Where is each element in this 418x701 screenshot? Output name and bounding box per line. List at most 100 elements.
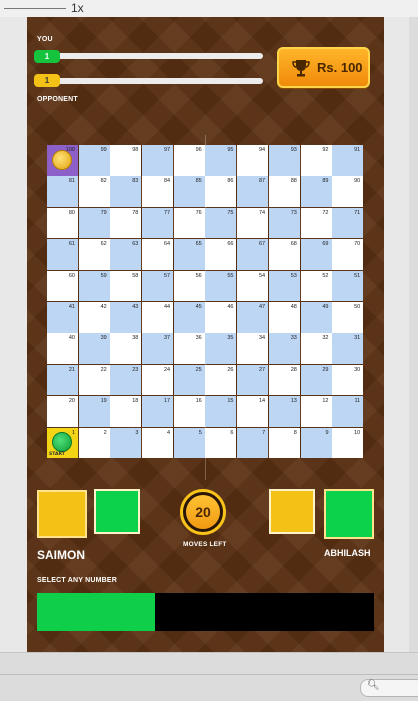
board-cell: 16 bbox=[173, 396, 205, 427]
cell-number: 20 bbox=[68, 398, 75, 405]
board-cell: 29 bbox=[300, 364, 332, 396]
cell-number: 82 bbox=[100, 178, 107, 185]
board-cell: 15 bbox=[205, 396, 237, 427]
board-cell: 85 bbox=[173, 176, 205, 207]
board-cell: 65 bbox=[173, 239, 205, 270]
abhilash-yellow-tile[interactable] bbox=[269, 489, 315, 534]
number-select-fill bbox=[37, 593, 155, 631]
cell-number: 14 bbox=[259, 398, 266, 405]
cell-number: 78 bbox=[132, 209, 139, 216]
you-progress-badge: 1 bbox=[34, 50, 60, 63]
cell-number: 13 bbox=[290, 398, 297, 405]
cell-number: 46 bbox=[227, 303, 234, 310]
cell-number: 91 bbox=[354, 147, 361, 153]
board-cell: 46 bbox=[205, 301, 237, 333]
cell-number: 50 bbox=[354, 303, 361, 310]
board-cell: 58 bbox=[110, 270, 142, 302]
cell-number: 83 bbox=[132, 178, 139, 185]
cell-number: 33 bbox=[290, 335, 297, 342]
board-cell: 55 bbox=[205, 270, 237, 302]
board-cell: 97 bbox=[142, 145, 174, 176]
cell-number: 99 bbox=[100, 147, 107, 153]
board-cell: 52 bbox=[300, 270, 332, 302]
opponent-progress-badge: 1 bbox=[34, 74, 60, 87]
board-cell: 69 bbox=[300, 239, 332, 270]
search-field[interactable]: 🔍︎ bbox=[360, 679, 418, 697]
cell-number: 55 bbox=[227, 272, 234, 279]
saimon-yellow-tile[interactable] bbox=[37, 490, 87, 538]
board-cell: 68 bbox=[268, 239, 300, 270]
board-cell: 6 bbox=[205, 427, 237, 459]
board-cell: 19 bbox=[78, 396, 110, 427]
cell-number: 85 bbox=[195, 178, 202, 185]
cell-number: 27 bbox=[259, 366, 266, 373]
you-progress-track bbox=[53, 53, 263, 59]
cell-number: 79 bbox=[100, 209, 107, 216]
cell-number: 32 bbox=[322, 335, 329, 342]
vertical-scrollbar[interactable] bbox=[409, 17, 418, 657]
board-cell: 34 bbox=[237, 333, 269, 364]
trophy-icon bbox=[292, 60, 310, 77]
zoom-level[interactable]: 1x bbox=[71, 1, 84, 15]
cell-number: 19 bbox=[100, 398, 107, 405]
board-cell: 56 bbox=[173, 270, 205, 302]
cell-number: 37 bbox=[163, 335, 171, 342]
cell-number: 73 bbox=[290, 209, 297, 216]
cell-number: 72 bbox=[322, 209, 329, 216]
board-cell: 18 bbox=[110, 396, 142, 427]
moves-left-counter: 20 bbox=[180, 489, 226, 535]
board-cell: 5 bbox=[173, 427, 205, 459]
cell-number: 100 bbox=[65, 147, 75, 153]
opponent-progress-track bbox=[53, 78, 263, 84]
cell-number: 63 bbox=[132, 241, 139, 248]
board-cell: 48 bbox=[268, 301, 300, 333]
browser-toolbar: 1x bbox=[0, 0, 418, 17]
cell-number: 92 bbox=[322, 147, 329, 153]
cell-number: 30 bbox=[354, 366, 361, 373]
board-cell: 72 bbox=[300, 207, 332, 239]
cell-number: 7 bbox=[262, 429, 266, 436]
prize-amount: Rs. 100 bbox=[317, 60, 363, 75]
board-cell: 93 bbox=[268, 145, 300, 176]
cell-number: 77 bbox=[163, 209, 171, 216]
cell-number: 76 bbox=[195, 209, 202, 216]
board-cell: 35 bbox=[205, 333, 237, 364]
cell-number: 74 bbox=[259, 209, 266, 216]
cell-number: 12 bbox=[322, 398, 329, 405]
board-cell: 24 bbox=[142, 364, 174, 396]
board-cell: 89 bbox=[300, 176, 332, 207]
bottom-status-bar: 🔍︎ bbox=[0, 652, 418, 701]
board-cell: 87 bbox=[237, 176, 269, 207]
player-left-name: SAIMON bbox=[37, 548, 85, 562]
moves-left-label: MOVES LEFT bbox=[183, 541, 227, 548]
board-cell: 67 bbox=[237, 239, 269, 270]
board-cell: 37 bbox=[142, 333, 174, 364]
cell-number: 8 bbox=[293, 429, 297, 436]
board-cell: 12 bbox=[300, 396, 332, 427]
board-cell: 44 bbox=[142, 301, 174, 333]
cell-number: 68 bbox=[290, 241, 297, 248]
cell-number: 67 bbox=[259, 241, 266, 248]
cell-number: 75 bbox=[227, 209, 234, 216]
cell-number: 53 bbox=[290, 272, 297, 279]
board-cell: 54 bbox=[237, 270, 269, 302]
game-screen: YOU 1 1 OPPONENT Rs. 100 100 99 98 97 96 95 94… bbox=[27, 17, 384, 652]
board-cell: 79 bbox=[78, 207, 110, 239]
cell-number: 51 bbox=[354, 272, 361, 279]
cell-number: 60 bbox=[68, 272, 75, 279]
board-cell: 59 bbox=[78, 270, 110, 302]
cell-number: 11 bbox=[354, 398, 361, 405]
cell-number: 93 bbox=[290, 147, 297, 153]
search-icon: 🔍︎ bbox=[367, 680, 380, 691]
board-cell: 57 bbox=[142, 270, 174, 302]
number-select-bar[interactable] bbox=[37, 593, 374, 631]
board-cell: 71 bbox=[332, 207, 364, 239]
cell-number: 71 bbox=[354, 209, 361, 216]
board-cell: 92 bbox=[300, 145, 332, 176]
board-cell: 66 bbox=[205, 239, 237, 270]
abhilash-green-tile[interactable] bbox=[324, 489, 374, 539]
board-cell: 75 bbox=[205, 207, 237, 239]
saimon-green-tile[interactable] bbox=[94, 489, 140, 534]
board-cell: 99 bbox=[78, 145, 110, 176]
board-cell: 14 bbox=[237, 396, 269, 427]
